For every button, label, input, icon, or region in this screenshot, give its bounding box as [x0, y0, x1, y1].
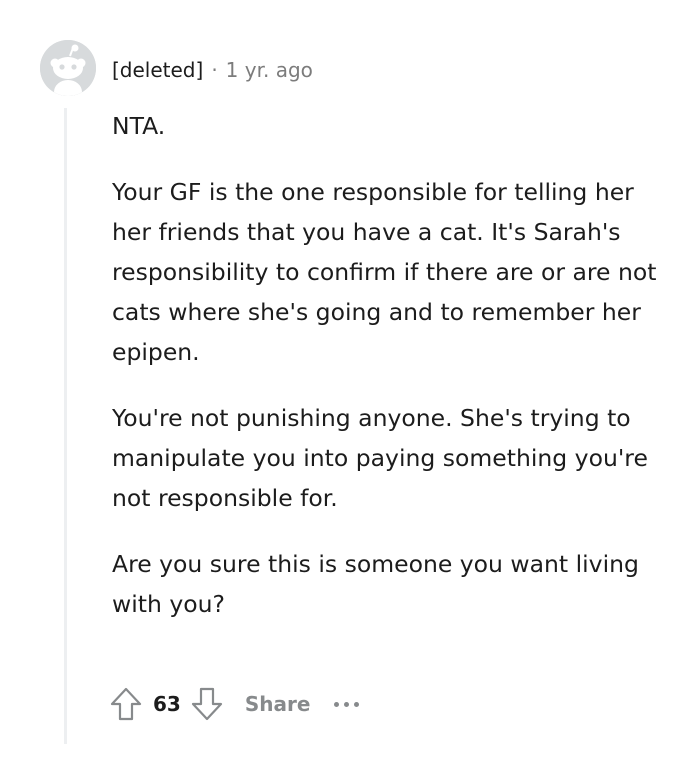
- comment-timestamp[interactable]: 1 yr. ago: [226, 58, 313, 82]
- vote-score: 63: [153, 692, 181, 716]
- comment-paragraph: You're not punishing anyone. She's tryin…: [112, 404, 648, 512]
- comment-actions: 63 Share: [108, 684, 360, 724]
- share-button[interactable]: Share: [245, 692, 311, 716]
- more-options-icon[interactable]: [334, 694, 360, 714]
- downvote-arrow-icon[interactable]: [189, 684, 225, 724]
- comment-paragraph: NTA.: [112, 112, 166, 140]
- meta-separator: ·: [211, 58, 218, 82]
- comment-paragraph: Your GF is the one responsible for telli…: [112, 178, 657, 366]
- comment: [deleted] · 1 yr. ago NTA. Your GF is th…: [0, 0, 700, 759]
- upvote-arrow-icon[interactable]: [108, 684, 144, 724]
- comment-author[interactable]: [deleted]: [112, 58, 203, 82]
- comment-body: NTA. Your GF is the one responsible for …: [112, 106, 672, 650]
- comment-paragraph: Are you sure this is someone you want li…: [112, 550, 639, 618]
- thread-line[interactable]: [64, 108, 67, 744]
- comment-meta: [deleted] · 1 yr. ago: [112, 55, 313, 85]
- snoo-avatar-icon[interactable]: [40, 40, 96, 96]
